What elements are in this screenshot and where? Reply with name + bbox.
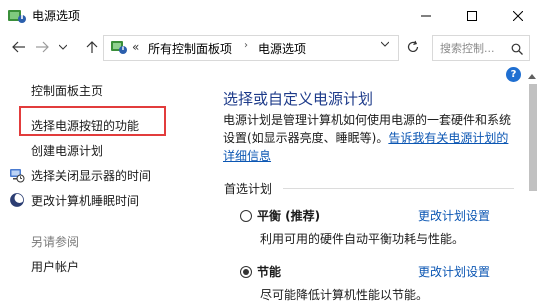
control-panel-home-link[interactable]: 控制面板主页 bbox=[31, 82, 103, 99]
see-also-heading: 另请参阅 bbox=[31, 235, 80, 249]
maximize-icon bbox=[467, 10, 477, 21]
breadcrumb-overflow[interactable]: « bbox=[132, 40, 139, 54]
recent-locations-button[interactable] bbox=[56, 37, 70, 57]
breadcrumb-all-control-panel-items[interactable]: 所有控制面板项 bbox=[148, 40, 232, 57]
address-dropdown-button[interactable] bbox=[380, 40, 390, 50]
section-divider bbox=[283, 188, 514, 189]
power-saver-plan-radio[interactable] bbox=[240, 266, 252, 278]
minimize-icon bbox=[421, 15, 431, 16]
control-panel-icon bbox=[110, 39, 128, 56]
chevron-down-icon bbox=[380, 41, 390, 47]
page-title: 选择或自定义电源计划 bbox=[223, 90, 374, 108]
minimize-button[interactable] bbox=[403, 0, 449, 31]
balanced-plan-description: 利用可用的硬件自动平衡功耗与性能。 bbox=[260, 232, 465, 246]
close-icon bbox=[513, 10, 523, 21]
back-button[interactable] bbox=[10, 37, 28, 57]
scroll-up-arrow-icon[interactable] bbox=[528, 72, 536, 81]
user-accounts-link[interactable]: 用户帐户 bbox=[31, 258, 79, 275]
page-description: 电源计划是管理计算机如何使用电源的一套硬件和系统设置(如显示器亮度、睡眠等)。告… bbox=[223, 111, 513, 165]
power-saver-change-settings-link[interactable]: 更改计划设置 bbox=[418, 263, 490, 280]
balanced-plan-radio[interactable] bbox=[240, 210, 252, 222]
moon-icon bbox=[9, 192, 25, 208]
choose-display-off-time-link[interactable]: 选择关闭显示器的时间 bbox=[31, 167, 151, 184]
maximize-button[interactable] bbox=[449, 0, 495, 31]
up-button[interactable] bbox=[83, 37, 101, 57]
arrow-right-icon bbox=[36, 41, 49, 53]
breadcrumb-separator[interactable]: › bbox=[244, 40, 248, 51]
close-button[interactable] bbox=[495, 0, 541, 31]
forward-button[interactable] bbox=[33, 37, 51, 57]
power-saver-plan-name[interactable]: 节能 bbox=[257, 263, 281, 280]
search-icon[interactable] bbox=[511, 40, 523, 59]
radio-selected-dot bbox=[243, 269, 249, 275]
balanced-plan-name[interactable]: 平衡 (推荐) bbox=[257, 207, 320, 224]
monitor-clock-icon bbox=[9, 167, 25, 183]
help-icon[interactable]: ? bbox=[506, 67, 521, 82]
power-saver-plan-description: 尽可能降低计算机性能以节能。 bbox=[260, 288, 429, 302]
scrollbar-thumb[interactable] bbox=[529, 84, 537, 191]
chevron-down-icon bbox=[59, 44, 67, 50]
arrow-up-icon bbox=[86, 41, 98, 53]
choose-power-button-function-link[interactable]: 选择电源按钮的功能 bbox=[31, 117, 139, 134]
refresh-button[interactable] bbox=[402, 36, 424, 58]
power-options-app-icon bbox=[7, 7, 27, 25]
window-title: 电源选项 bbox=[32, 9, 81, 23]
create-power-plan-link[interactable]: 创建电源计划 bbox=[31, 142, 103, 159]
balanced-change-settings-link[interactable]: 更改计划设置 bbox=[418, 207, 490, 224]
refresh-icon bbox=[407, 40, 419, 53]
preferred-plans-heading: 首选计划 bbox=[224, 182, 273, 196]
search-placeholder: 搜索控制... bbox=[440, 42, 495, 55]
arrow-left-icon bbox=[12, 41, 25, 53]
change-sleep-time-link[interactable]: 更改计算机睡眠时间 bbox=[31, 192, 139, 209]
breadcrumb-power-options[interactable]: 电源选项 bbox=[258, 40, 306, 57]
